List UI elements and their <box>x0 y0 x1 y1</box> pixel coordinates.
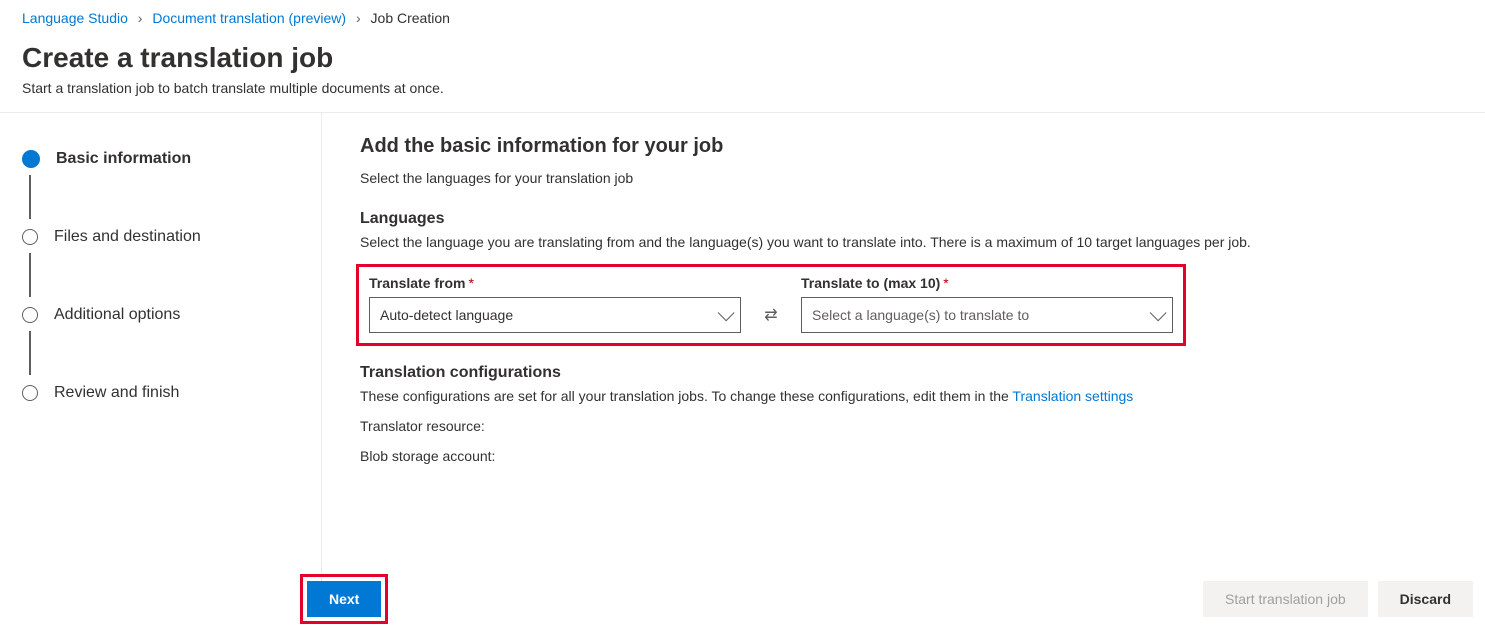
step-label: Basic information <box>56 150 191 168</box>
languages-highlight: Translate from* Auto-detect language ⇄ T… <box>356 264 1186 346</box>
dropdown-value: Auto-detect language <box>380 307 513 323</box>
step-circle-icon <box>22 229 38 245</box>
stepper: Basic information Files and destination … <box>0 113 322 609</box>
stepper-line <box>29 253 31 297</box>
chevron-down-icon <box>718 304 735 321</box>
next-button[interactable]: Next <box>307 581 381 617</box>
translate-to-label: Translate to (max 10)* <box>801 275 1173 291</box>
step-label: Additional options <box>54 306 180 324</box>
chevron-right-icon: › <box>138 10 143 26</box>
languages-desc: Select the language you are translating … <box>360 234 1485 250</box>
step-additional-options[interactable]: Additional options <box>22 301 299 329</box>
chevron-down-icon <box>1150 304 1167 321</box>
breadcrumb-link-language-studio[interactable]: Language Studio <box>22 10 128 26</box>
blob-storage-label: Blob storage account: <box>360 448 1485 464</box>
translation-settings-link[interactable]: Translation settings <box>1012 388 1133 404</box>
config-desc: These configurations are set for all you… <box>360 388 1485 404</box>
start-translation-button: Start translation job <box>1203 581 1368 617</box>
translate-from-dropdown[interactable]: Auto-detect language <box>369 297 741 333</box>
step-label: Review and finish <box>54 384 179 402</box>
chevron-right-icon: › <box>356 10 361 26</box>
page-title: Create a translation job <box>22 42 1463 74</box>
languages-title: Languages <box>360 210 1485 228</box>
dropdown-placeholder: Select a language(s) to translate to <box>812 307 1029 323</box>
step-review-finish[interactable]: Review and finish <box>22 379 299 407</box>
breadcrumb-link-document-translation[interactable]: Document translation (preview) <box>152 10 346 26</box>
translate-from-label: Translate from* <box>369 275 741 291</box>
swap-icon: ⇄ <box>764 305 777 325</box>
section-subtitle: Select the languages for your translatio… <box>360 170 1485 186</box>
stepper-line <box>29 175 31 219</box>
step-label: Files and destination <box>54 228 201 246</box>
step-circle-icon <box>22 307 38 323</box>
translator-resource-label: Translator resource: <box>360 418 1485 434</box>
breadcrumb-current: Job Creation <box>371 10 450 26</box>
required-asterisk: * <box>468 275 473 291</box>
stepper-line <box>29 331 31 375</box>
step-circle-icon <box>22 385 38 401</box>
breadcrumb: Language Studio › Document translation (… <box>0 0 1485 28</box>
step-files-destination[interactable]: Files and destination <box>22 223 299 251</box>
translate-to-dropdown[interactable]: Select a language(s) to translate to <box>801 297 1173 333</box>
next-highlight: Next <box>300 574 388 624</box>
section-heading: Add the basic information for your job <box>360 135 1485 158</box>
page-subtitle: Start a translation job to batch transla… <box>22 80 1463 96</box>
step-basic-information[interactable]: Basic information <box>22 145 299 173</box>
swap-languages-button[interactable]: ⇄ <box>759 297 783 333</box>
required-asterisk: * <box>943 275 948 291</box>
footer: Next Start translation job Discard <box>0 574 1485 624</box>
config-title: Translation configurations <box>360 364 1485 382</box>
discard-button[interactable]: Discard <box>1378 581 1473 617</box>
step-circle-filled-icon <box>22 150 40 168</box>
